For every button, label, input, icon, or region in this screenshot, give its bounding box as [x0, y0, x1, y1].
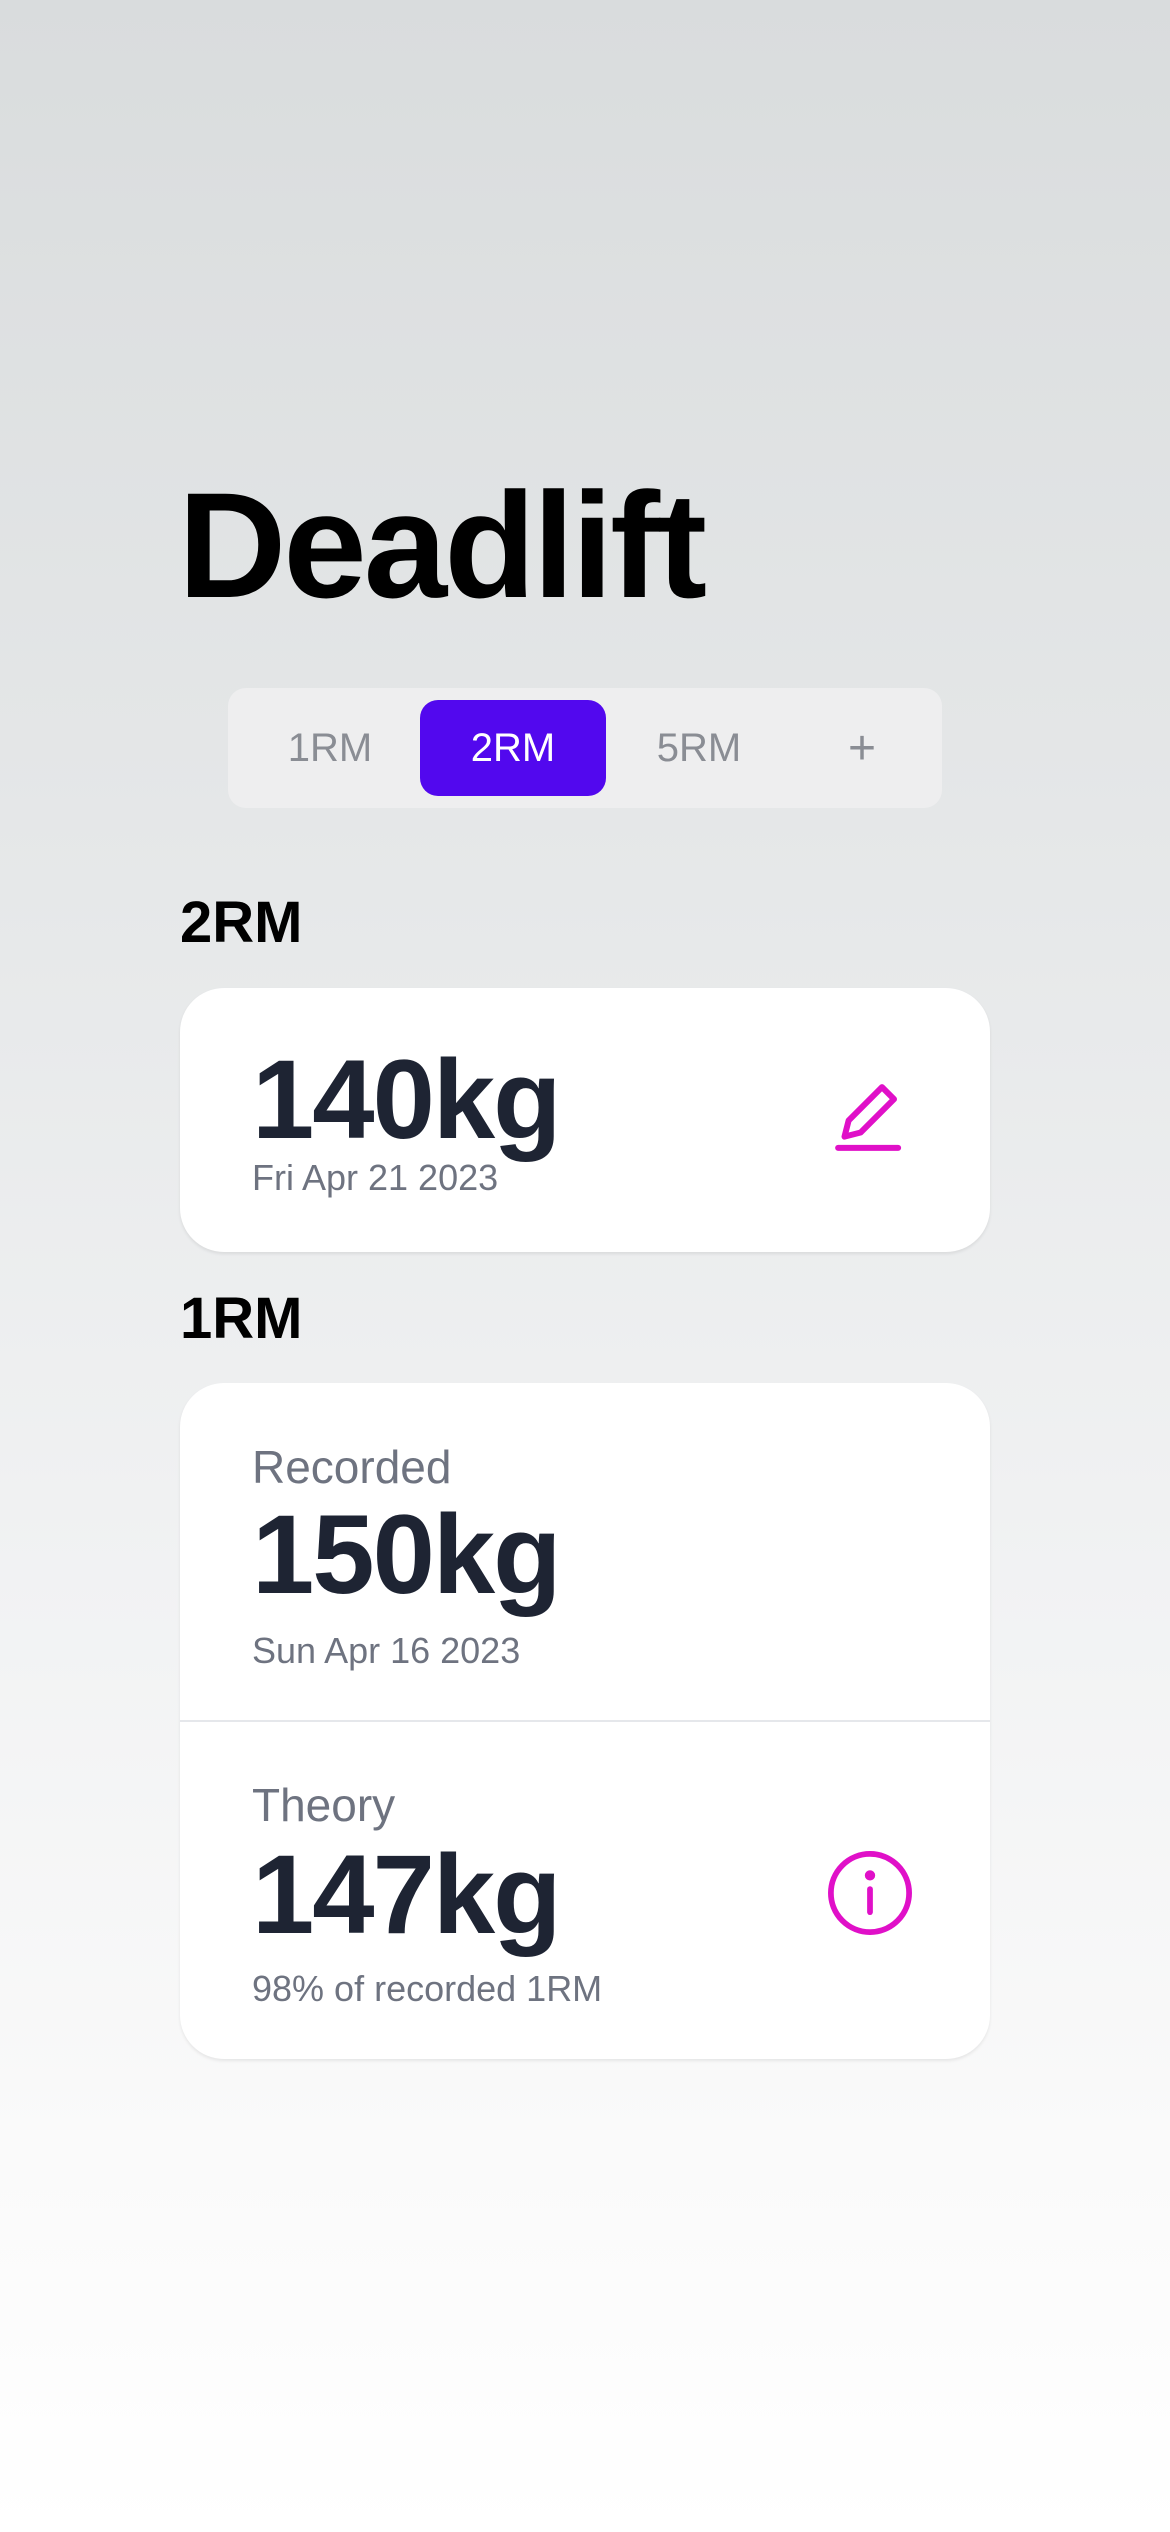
edit-2rm-button[interactable]	[820, 1066, 920, 1166]
section-heading-2rm: 2RM	[180, 890, 303, 955]
page-title: Deadlift	[178, 461, 707, 629]
theory-info-button[interactable]	[820, 1843, 920, 1943]
pencil-icon	[825, 1071, 915, 1161]
recorded-label: Recorded	[252, 1441, 452, 1493]
2rm-date: Fri Apr 21 2023	[252, 1157, 499, 1198]
tab-2rm[interactable]: 2RM	[420, 700, 606, 796]
rep-max-tabs: 1RM 2RM 5RM +	[228, 688, 942, 808]
recorded-date: Sun Apr 16 2023	[252, 1630, 521, 1671]
card-divider	[180, 1720, 990, 1722]
info-icon	[824, 1847, 916, 1939]
tab-1rm[interactable]: 1RM	[240, 700, 420, 796]
recorded-value: 150kg	[252, 1492, 562, 1617]
theory-note: 98% of recorded 1RM	[252, 1968, 603, 2009]
card-2rm: 140kg Fri Apr 21 2023	[180, 988, 990, 1252]
2rm-value: 140kg	[252, 1037, 562, 1162]
section-heading-1rm: 1RM	[180, 1286, 303, 1351]
theory-label: Theory	[252, 1779, 396, 1831]
tab-5rm[interactable]: 5RM	[606, 700, 792, 796]
card-1rm: Recorded 150kg Sun Apr 16 2023 Theory 14…	[180, 1383, 990, 2059]
theory-value: 147kg	[252, 1832, 562, 1957]
add-tab-button[interactable]: +	[794, 700, 930, 796]
